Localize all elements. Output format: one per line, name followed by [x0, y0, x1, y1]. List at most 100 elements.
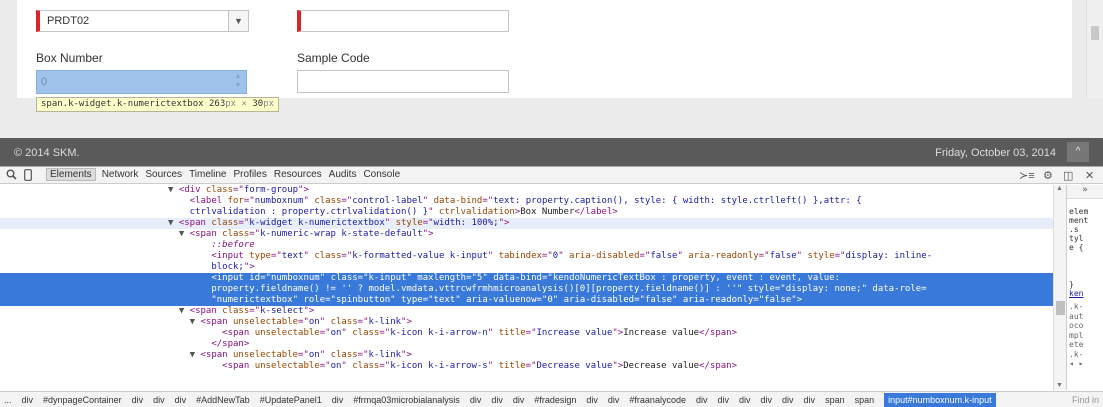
styles-selector-text: mpl — [1069, 330, 1084, 340]
gear-icon[interactable]: ⚙ — [1043, 169, 1053, 182]
dom-scrollbar[interactable]: ▲ ▼ — [1053, 185, 1066, 390]
decrease-value-icon[interactable]: ▼ — [235, 82, 242, 89]
dom-node[interactable]: ▼ <span class="k-select"> — [0, 306, 1053, 317]
breadcrumb-item[interactable]: div — [782, 395, 794, 407]
breadcrumb-item[interactable]: div — [717, 395, 729, 407]
breadcrumb-item[interactable]: span — [825, 395, 845, 407]
required-text-field[interactable] — [297, 10, 509, 32]
scroll-up-icon[interactable]: ▲ — [1056, 185, 1063, 192]
sidebar-expand-icon[interactable]: » — [1067, 185, 1103, 199]
side-scroll-arrows-icon[interactable]: ◂ ▸ — [1069, 359, 1083, 369]
breadcrumb-item[interactable]: div — [175, 395, 187, 407]
tab-network[interactable]: Network — [101, 169, 140, 181]
tab-timeline[interactable]: Timeline — [188, 169, 227, 181]
stylesheet-link[interactable]: ken — [1069, 289, 1083, 298]
dom-node-selected[interactable]: "numerictextbox" role="spinbutton" type=… — [0, 295, 1053, 306]
breadcrumb-item[interactable]: #AddNewTab — [196, 395, 250, 407]
breadcrumb-item[interactable]: div — [470, 395, 482, 407]
expand-triangle-icon[interactable]: ▼ — [168, 218, 173, 228]
breadcrumb-item[interactable]: #UpdatePanel1 — [260, 395, 322, 407]
dom-node[interactable]: ::before — [0, 240, 1053, 251]
tab-resources[interactable]: Resources — [273, 169, 323, 181]
breadcrumb-item[interactable]: div — [761, 395, 773, 407]
breadcrumb-item[interactable]: div — [22, 395, 34, 407]
expand-triangle-icon[interactable]: ▼ — [179, 229, 184, 239]
styles-selector-text: ete — [1069, 340, 1084, 349]
breadcrumb-item[interactable]: div — [696, 395, 708, 407]
scroll-down-icon[interactable]: ▼ — [1056, 382, 1063, 389]
breadcrumb-item[interactable]: span — [855, 395, 875, 407]
drawer-toggle-icon[interactable]: ≻≡ — [1019, 169, 1035, 182]
dom-node[interactable]: <span unselectable="on" class="k-icon k-… — [0, 328, 1053, 339]
dom-node[interactable]: block;"> — [0, 262, 1053, 273]
breadcrumb-item[interactable]: div — [132, 395, 144, 407]
breadcrumb-item[interactable]: div — [739, 395, 751, 407]
breadcrumb-item[interactable]: div — [491, 395, 503, 407]
tooltip-unit: px — [225, 99, 237, 109]
chevron-down-icon[interactable]: ▼ — [228, 11, 248, 31]
form-card: PRDT02 ▼ Box Number Sample Code 0 ▲ ▼ — [17, 0, 1072, 98]
page-scroll-thumb[interactable] — [1091, 26, 1099, 40]
devtools-panel: Elements Network Sources Timeline Profiles Re… — [0, 166, 1103, 407]
find-field[interactable]: Find in — [1072, 395, 1099, 405]
styles-selector-text: .k- — [1069, 302, 1084, 311]
styles-sidebar: » elem ment .s tyl e { } ken .k-aut oco mpl ete… — [1066, 185, 1103, 390]
breadcrumb-item[interactable]: #frmqa03microbialanalysis — [353, 395, 460, 407]
breadcrumb-item[interactable]: div — [332, 395, 344, 407]
devtools-tabs: Elements Network Sources Timeline Profiles Re… — [46, 168, 401, 181]
tab-console[interactable]: Console — [362, 169, 401, 181]
styles-text: ment — [1069, 216, 1089, 225]
expand-triangle-icon[interactable]: ▼ — [190, 317, 195, 327]
dom-node[interactable]: ctrlvalidation : property.ctrlvalidation… — [0, 207, 1053, 218]
close-icon[interactable]: ✕ — [1085, 169, 1094, 182]
sample-code-field[interactable] — [297, 70, 509, 93]
breadcrumb-item[interactable]: #fradesign — [534, 395, 576, 407]
dom-node[interactable]: <input type="text" class="k-formatted-va… — [0, 251, 1053, 262]
devtools-toolbar: Elements Network Sources Timeline Profiles Re… — [0, 167, 1103, 184]
tab-sources[interactable]: Sources — [144, 169, 183, 181]
dom-node[interactable]: <span unselectable="on" class="k-icon k-… — [0, 361, 1053, 372]
tab-profiles[interactable]: Profiles — [232, 169, 267, 181]
dom-node[interactable]: ▼ <span unselectable="on" class="k-link"… — [0, 317, 1053, 328]
spinner[interactable]: ▲ ▼ — [232, 72, 244, 92]
dom-node[interactable]: ▼ <div class="form-group"> — [0, 185, 1053, 196]
dom-node[interactable]: <label for="numboxnum" class="control-la… — [0, 196, 1053, 207]
increase-value-icon[interactable]: ▲ — [235, 73, 242, 80]
copyright-text: © 2014 SKM. — [14, 147, 80, 159]
expand-triangle-icon[interactable]: ▼ — [168, 185, 173, 195]
breadcrumb-item[interactable]: ... — [4, 395, 12, 407]
page-scrollbar[interactable] — [1086, 0, 1103, 98]
styles-selector-text: oco — [1069, 321, 1084, 330]
dom-node[interactable]: ▼ <span unselectable="on" class="k-link"… — [0, 350, 1053, 361]
expand-triangle-icon[interactable]: ▼ — [190, 350, 195, 360]
box-number-numeric-input[interactable]: 0 ▲ ▼ — [36, 70, 247, 94]
styles-selector-text: .k- — [1069, 349, 1084, 359]
dom-scroll-thumb[interactable] — [1056, 301, 1065, 315]
tab-audits[interactable]: Audits — [328, 169, 358, 181]
dom-node[interactable]: ▼ <span class="k-widget k-numerictextbox… — [0, 218, 1053, 229]
tab-elements[interactable]: Elements — [46, 168, 96, 181]
product-dropdown[interactable]: PRDT02 ▼ — [36, 10, 249, 32]
device-mode-icon[interactable] — [24, 169, 32, 184]
sample-code-label: Sample Code — [297, 51, 370, 65]
styles-selector-text: aut — [1069, 311, 1084, 321]
dom-node[interactable]: </span> — [0, 339, 1053, 350]
breadcrumb-item[interactable]: div — [513, 395, 525, 407]
search-icon[interactable] — [6, 169, 17, 183]
dock-icon[interactable]: ◫ — [1063, 169, 1073, 182]
breadcrumb-item[interactable]: div — [153, 395, 165, 407]
site-footer: © 2014 SKM. Friday, October 03, 2014 ^ — [0, 138, 1103, 166]
breadcrumb-item[interactable]: #dynpageContainer — [43, 395, 122, 407]
breadcrumb-item[interactable]: div — [804, 395, 816, 407]
expand-triangle-icon[interactable]: ▼ — [179, 306, 184, 316]
dom-tree[interactable]: ▼ <div class="form-group"> <label for="n… — [0, 185, 1053, 390]
breadcrumb-item[interactable]: div — [608, 395, 620, 407]
box-number-value: 0 — [41, 76, 48, 88]
breadcrumb-item[interactable]: #fraanalycode — [629, 395, 686, 407]
breadcrumb-item-active[interactable]: input#numboxnum.k-input — [884, 393, 996, 407]
dom-node-selected[interactable]: <input id="numboxnum" class="k-input" ma… — [0, 273, 1053, 284]
breadcrumb-item[interactable]: div — [586, 395, 598, 407]
dom-node[interactable]: ▼ <span class="k-numeric-wrap k-state-de… — [0, 229, 1053, 240]
scroll-top-icon[interactable]: ^ — [1067, 142, 1089, 162]
dom-node-selected[interactable]: property.fieldname() != '' ? model.vmdat… — [0, 284, 1053, 295]
